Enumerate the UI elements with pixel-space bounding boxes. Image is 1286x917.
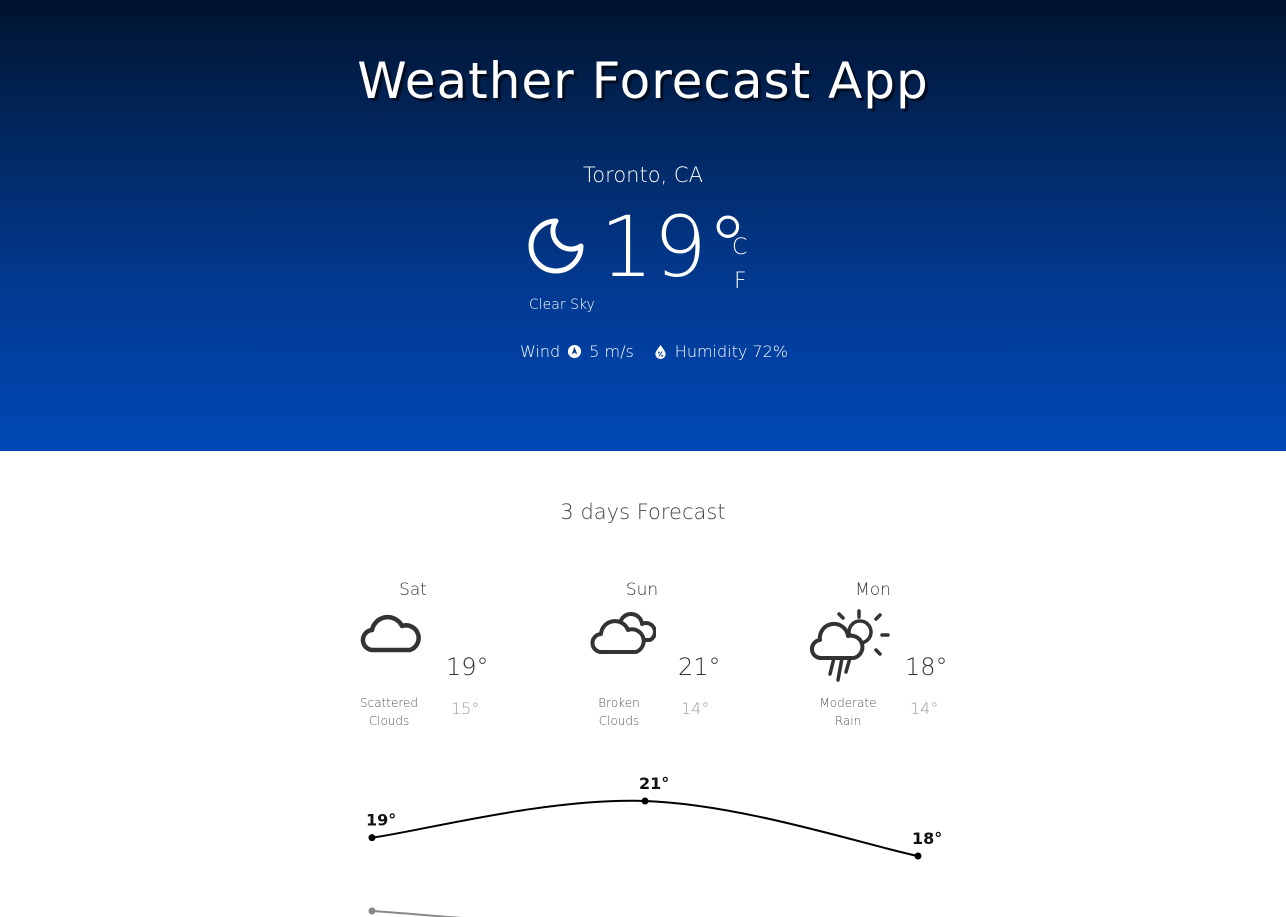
location-label: Toronto, CA xyxy=(583,163,703,187)
forecast-day-sun: Sun 21° 14° Broken Clouds xyxy=(590,580,770,740)
data-point-0-0 xyxy=(368,834,376,842)
wind-label: Wind xyxy=(520,342,561,361)
day-high-temp: 19° xyxy=(446,653,489,681)
data-point-0-1 xyxy=(641,797,649,805)
data-point-0-2 xyxy=(914,852,922,860)
cloud-icon xyxy=(360,614,421,653)
day-name: Mon xyxy=(855,580,891,600)
day-description-line2: Rain xyxy=(834,714,862,728)
broken-clouds-icon xyxy=(590,611,656,654)
weather-meta: Wind 5 m/s Humidity 72% xyxy=(520,342,788,361)
fahrenheit-toggle[interactable]: F xyxy=(734,269,747,294)
day-description-line1: Broken xyxy=(598,696,640,710)
day-description-line2: Clouds xyxy=(368,714,410,728)
day-low-temp: 14° xyxy=(681,699,710,718)
humidity-icon xyxy=(655,344,666,359)
data-point-1-0 xyxy=(368,907,376,915)
app-title: Weather Forecast App xyxy=(357,52,929,110)
day-description-line2: Clouds xyxy=(598,714,640,728)
day-high-temp: 21° xyxy=(678,653,721,681)
day-description-line1: Moderate xyxy=(819,696,877,710)
day-low-temp: 14° xyxy=(910,699,939,718)
current-temperature: 19° xyxy=(600,198,749,296)
condition-label: Clear Sky xyxy=(529,297,595,313)
hero-header: Weather Forecast App Toronto, CA 19° C F… xyxy=(0,0,1286,451)
day-description: Scattered Clouds xyxy=(349,694,429,730)
wind-value: 5 m/s xyxy=(589,342,634,361)
day-name: Sat xyxy=(399,580,427,600)
day-description-line1: Scattered xyxy=(359,696,419,710)
day-name: Sun xyxy=(625,580,659,600)
data-label-0: 19° xyxy=(366,811,396,830)
sun-rain-cloud-icon xyxy=(810,609,890,682)
series-line-1 xyxy=(371,910,462,917)
forecast-day-sat: Sat 19° 15° Scattered Clouds xyxy=(360,580,540,740)
series-line-0 xyxy=(371,799,919,857)
day-low-temp: 15° xyxy=(451,699,480,718)
humidity-value: Humidity 72% xyxy=(674,342,788,361)
day-high-temp: 18° xyxy=(905,653,948,681)
wind-direction-icon xyxy=(568,344,582,359)
day-description: Broken Clouds xyxy=(579,694,659,730)
celsius-toggle[interactable]: C xyxy=(732,235,747,260)
data-label-1: 21° xyxy=(639,774,669,793)
data-label-2: 18° xyxy=(912,829,942,848)
forecast-title: 3 days Forecast xyxy=(560,500,726,524)
day-description: Moderate Rain xyxy=(808,694,888,730)
forecast-day-mon: Mon 18° 14° Moderate Rain xyxy=(810,580,990,740)
moon-icon xyxy=(528,218,584,274)
